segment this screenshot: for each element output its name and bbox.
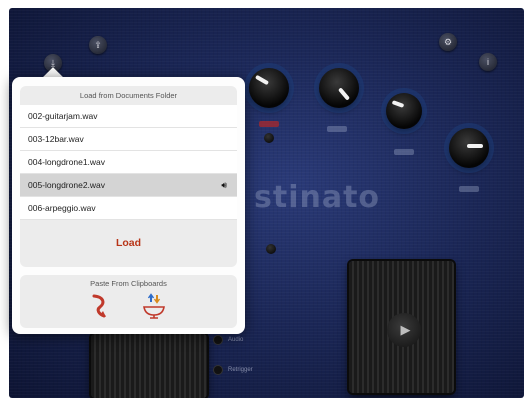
play-icon[interactable]: ▶ xyxy=(387,313,421,347)
knob-1[interactable] xyxy=(249,68,289,108)
knob-4-label xyxy=(459,186,479,192)
knob-2[interactable] xyxy=(319,68,359,108)
file-name: 006-arpeggio.wav xyxy=(28,203,96,213)
indicator-red xyxy=(259,121,279,127)
retrigger-toggle[interactable] xyxy=(214,366,222,374)
file-section-title: Load from Documents Folder xyxy=(79,91,178,100)
file-list: 002-guitarjam.wav 003-12bar.wav 004-long… xyxy=(20,105,237,220)
small-button[interactable] xyxy=(266,244,276,254)
file-row[interactable]: 006-arpeggio.wav xyxy=(20,197,237,220)
audio-toggle[interactable] xyxy=(214,336,222,344)
knob-3-label xyxy=(394,149,414,155)
file-row[interactable]: 004-longdrone1.wav xyxy=(20,151,237,174)
knob-3[interactable] xyxy=(386,93,422,129)
info-icon[interactable]: i xyxy=(479,53,497,71)
file-name: 002-guitarjam.wav xyxy=(28,111,98,121)
paste-icons xyxy=(20,293,237,328)
retrigger-label: Retrigger xyxy=(228,367,253,373)
paste-section: Paste From Clipboards xyxy=(20,275,237,328)
paste-bowl-icon[interactable] xyxy=(142,293,166,321)
file-name: 004-longdrone1.wav xyxy=(28,157,106,167)
file-section: Load from Documents Folder 002-guitarjam… xyxy=(20,86,237,267)
file-name: 003-12bar.wav xyxy=(28,134,84,144)
file-row[interactable]: 003-12bar.wav xyxy=(20,128,237,151)
small-button[interactable] xyxy=(264,133,274,143)
speaker-icon: 🔊︎ xyxy=(221,180,227,190)
load-popover: Load from Documents Folder 002-guitarjam… xyxy=(12,77,245,334)
file-name: 005-longdrone2.wav xyxy=(28,180,106,190)
audio-label: Audio xyxy=(228,337,244,343)
knob-4[interactable] xyxy=(449,128,489,168)
pad-left[interactable] xyxy=(91,334,207,398)
app-logo-text: stinato xyxy=(254,180,381,215)
share-icon[interactable]: ⇪ xyxy=(89,36,107,54)
file-row[interactable]: 002-guitarjam.wav xyxy=(20,105,237,128)
paste-arrow-icon[interactable] xyxy=(90,293,114,321)
file-row-selected[interactable]: 005-longdrone2.wav 🔊︎ xyxy=(20,174,237,197)
knob-2-label xyxy=(327,126,347,132)
load-button[interactable]: Load xyxy=(20,220,237,267)
settings-gear-icon[interactable]: ⚙ xyxy=(439,33,457,51)
paste-section-title: Paste From Clipboards xyxy=(90,279,167,288)
